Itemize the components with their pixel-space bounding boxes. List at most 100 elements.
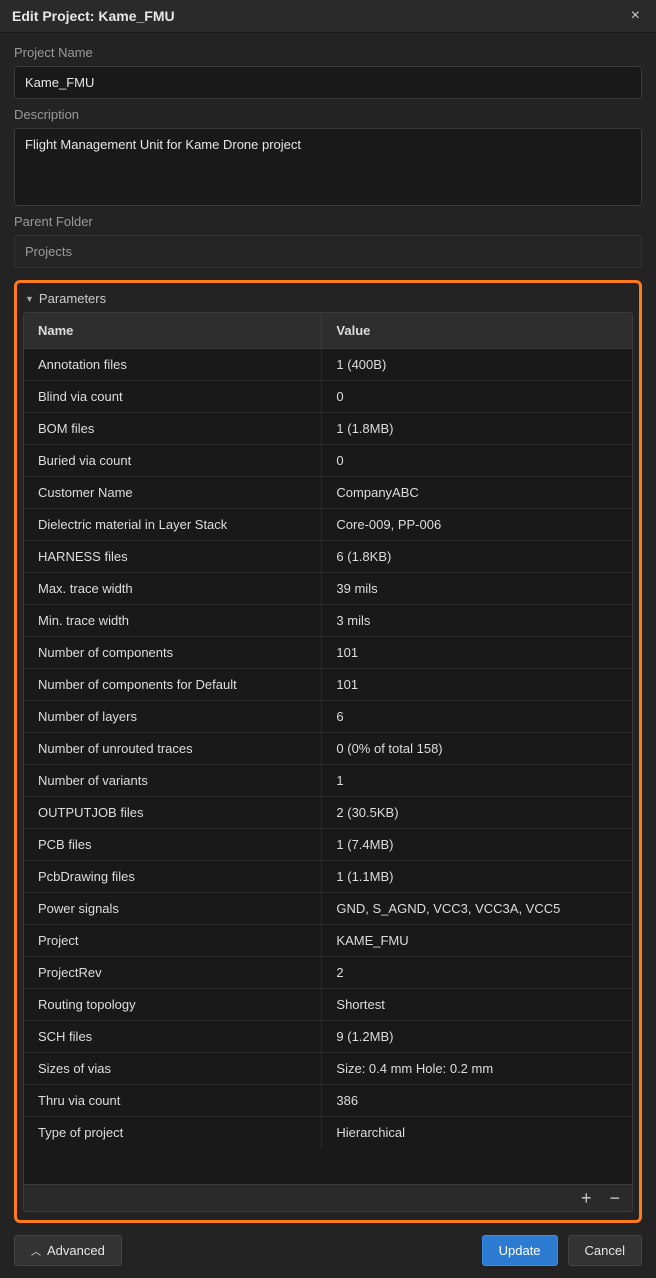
edit-project-dialog: Edit Project: Kame_FMU × Project Name De… [0,0,656,1278]
param-value-cell[interactable]: 0 [322,445,632,477]
param-value-cell[interactable]: 3 mils [322,605,632,637]
param-value-cell[interactable]: 1 [322,765,632,797]
table-row[interactable]: Routing topologyShortest [24,989,632,1021]
table-row[interactable]: ProjectRev2 [24,957,632,989]
param-name-cell[interactable]: Buried via count [24,445,322,477]
param-name-cell[interactable]: HARNESS files [24,541,322,573]
param-value-cell[interactable]: CompanyABC [322,477,632,509]
param-name-cell[interactable]: OUTPUTJOB files [24,797,322,829]
param-value-cell[interactable]: Core-009, PP-006 [322,509,632,541]
content-area: Project Name Description Parent Folder ▼… [0,33,656,1223]
param-name-cell[interactable]: PCB files [24,829,322,861]
description-label: Description [14,107,642,122]
parent-folder-input[interactable] [14,235,642,268]
table-row[interactable]: Blind via count0 [24,381,632,413]
add-row-icon[interactable]: + [577,1189,596,1207]
parameters-title: Parameters [39,291,106,306]
update-button[interactable]: Update [482,1235,558,1266]
table-row[interactable]: BOM files1 (1.8MB) [24,413,632,445]
param-value-cell[interactable]: 2 (30.5KB) [322,797,632,829]
table-row[interactable]: Annotation files1 (400B) [24,349,632,381]
param-name-cell[interactable]: Customer Name [24,477,322,509]
param-name-cell[interactable]: ProjectRev [24,957,322,989]
parameters-table: Name Value Annotation files1 (400B)Blind… [24,313,632,1148]
parameters-header[interactable]: ▼ Parameters [23,289,633,312]
chevron-up-icon: ︿ [31,1243,41,1258]
table-row[interactable]: Sizes of viasSize: 0.4 mm Hole: 0.2 mm [24,1053,632,1085]
table-row[interactable]: PCB files1 (7.4MB) [24,829,632,861]
table-row[interactable]: Max. trace width39 mils [24,573,632,605]
param-value-cell[interactable]: 101 [322,637,632,669]
parameters-section: ▼ Parameters Name Value Annotation files… [14,280,642,1223]
parent-folder-label: Parent Folder [14,214,642,229]
param-value-cell[interactable]: 6 (1.8KB) [322,541,632,573]
param-value-cell[interactable]: Size: 0.4 mm Hole: 0.2 mm [322,1053,632,1085]
table-row[interactable]: Power signalsGND, S_AGND, VCC3, VCC3A, V… [24,893,632,925]
param-value-cell[interactable]: Shortest [322,989,632,1021]
table-row[interactable]: Min. trace width3 mils [24,605,632,637]
param-value-cell[interactable]: KAME_FMU [322,925,632,957]
cancel-button[interactable]: Cancel [568,1235,642,1266]
titlebar: Edit Project: Kame_FMU × [0,0,656,33]
column-value-header[interactable]: Value [322,313,632,349]
param-value-cell[interactable]: 0 (0% of total 158) [322,733,632,765]
table-row[interactable]: Number of components101 [24,637,632,669]
table-row[interactable]: Number of layers6 [24,701,632,733]
param-name-cell[interactable]: Number of components [24,637,322,669]
table-row[interactable]: PcbDrawing files1 (1.1MB) [24,861,632,893]
param-name-cell[interactable]: Number of unrouted traces [24,733,322,765]
table-row[interactable]: Customer NameCompanyABC [24,477,632,509]
footer: ︿ Advanced Update Cancel [0,1223,656,1278]
param-name-cell[interactable]: Routing topology [24,989,322,1021]
param-value-cell[interactable]: GND, S_AGND, VCC3, VCC3A, VCC5 [322,893,632,925]
param-value-cell[interactable]: 1 (7.4MB) [322,829,632,861]
table-row[interactable]: OUTPUTJOB files2 (30.5KB) [24,797,632,829]
window-title: Edit Project: Kame_FMU [12,8,175,24]
table-row[interactable]: Number of unrouted traces0 (0% of total … [24,733,632,765]
table-row[interactable]: Thru via count386 [24,1085,632,1117]
table-row[interactable]: Number of variants1 [24,765,632,797]
param-value-cell[interactable]: 39 mils [322,573,632,605]
param-name-cell[interactable]: Blind via count [24,381,322,413]
table-row[interactable]: ProjectKAME_FMU [24,925,632,957]
param-name-cell[interactable]: Dielectric material in Layer Stack [24,509,322,541]
close-icon[interactable]: × [627,8,644,24]
param-name-cell[interactable]: Power signals [24,893,322,925]
table-row[interactable]: HARNESS files6 (1.8KB) [24,541,632,573]
column-name-header[interactable]: Name [24,313,322,349]
param-value-cell[interactable]: 1 (1.8MB) [322,413,632,445]
param-value-cell[interactable]: 9 (1.2MB) [322,1021,632,1053]
param-name-cell[interactable]: Project [24,925,322,957]
remove-row-icon[interactable]: − [605,1189,624,1207]
param-name-cell[interactable]: Number of layers [24,701,322,733]
table-row[interactable]: Number of components for Default101 [24,669,632,701]
table-row[interactable]: SCH files9 (1.2MB) [24,1021,632,1053]
param-value-cell[interactable]: 1 (400B) [322,349,632,381]
project-name-label: Project Name [14,45,642,60]
project-name-input[interactable] [14,66,642,99]
param-name-cell[interactable]: Annotation files [24,349,322,381]
param-name-cell[interactable]: BOM files [24,413,322,445]
param-value-cell[interactable]: 101 [322,669,632,701]
param-value-cell[interactable]: 2 [322,957,632,989]
param-name-cell[interactable]: Max. trace width [24,573,322,605]
param-value-cell[interactable]: Hierarchical [322,1117,632,1149]
param-name-cell[interactable]: Type of project [24,1117,322,1149]
param-name-cell[interactable]: Thru via count [24,1085,322,1117]
param-name-cell[interactable]: Min. trace width [24,605,322,637]
table-row[interactable]: Dielectric material in Layer StackCore-0… [24,509,632,541]
param-value-cell[interactable]: 386 [322,1085,632,1117]
param-name-cell[interactable]: Sizes of vias [24,1053,322,1085]
param-value-cell[interactable]: 1 (1.1MB) [322,861,632,893]
param-value-cell[interactable]: 0 [322,381,632,413]
param-name-cell[interactable]: PcbDrawing files [24,861,322,893]
description-input[interactable] [14,128,642,206]
param-name-cell[interactable]: SCH files [24,1021,322,1053]
table-row[interactable]: Type of projectHierarchical [24,1117,632,1149]
table-row[interactable]: Buried via count0 [24,445,632,477]
param-name-cell[interactable]: Number of variants [24,765,322,797]
param-value-cell[interactable]: 6 [322,701,632,733]
advanced-button[interactable]: ︿ Advanced [14,1235,122,1266]
param-name-cell[interactable]: Number of components for Default [24,669,322,701]
collapse-icon: ▼ [25,294,34,304]
